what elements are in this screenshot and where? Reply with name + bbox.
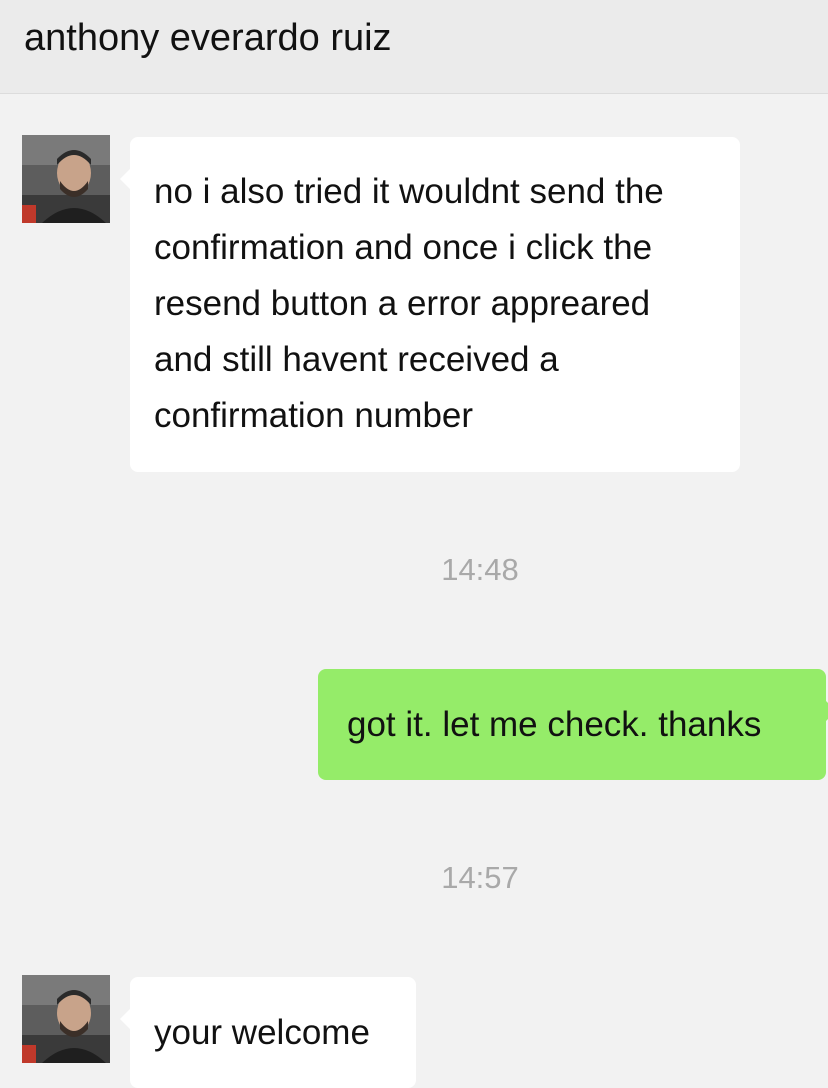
message-text: your welcome	[154, 1013, 370, 1052]
message-text: no i also tried it wouldnt send the conf…	[154, 172, 664, 435]
incoming-message-bubble[interactable]: no i also tried it wouldnt send the conf…	[120, 137, 740, 472]
contact-avatar-icon[interactable]	[22, 975, 110, 1063]
chat-header: anthony everardo ruiz	[0, 0, 828, 94]
timestamp-label: 14:57	[441, 860, 519, 895]
contact-avatar-icon[interactable]	[22, 135, 110, 223]
timestamp-label: 14:48	[441, 552, 519, 587]
message-text: got it. let me check. thanks	[347, 705, 762, 744]
outgoing-message-bubble[interactable]: got it. let me check. thanks	[318, 669, 828, 780]
contact-name-title: anthony everardo ruiz	[24, 17, 392, 59]
incoming-message-bubble[interactable]: your welcome	[120, 977, 416, 1088]
